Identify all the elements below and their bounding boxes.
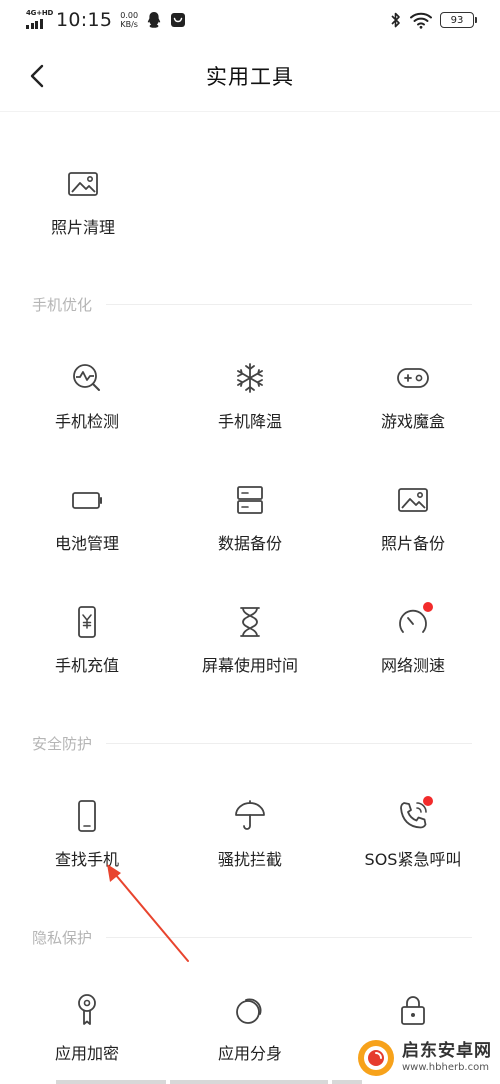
hourglass-icon: [232, 604, 268, 640]
bluetooth-icon: [391, 12, 400, 28]
tool-label: SOS紧急呼叫: [364, 850, 462, 869]
tool-label: 手机检测: [54, 412, 119, 431]
tool-photo-clean[interactable]: 照片清理: [0, 166, 166, 266]
tool-label: 查找手机: [54, 850, 119, 869]
message-app-icon: [171, 13, 186, 27]
tool-label: 游戏魔盒: [380, 412, 445, 431]
tool-label: 手机充值: [54, 656, 119, 675]
tool-label: 电池管理: [54, 534, 119, 553]
tool-phone-check[interactable]: 手机检测: [4, 360, 170, 460]
tool-label: 屏幕使用时间: [201, 656, 298, 675]
umbrella-icon: [232, 798, 268, 834]
watermark-logo-icon: [358, 1040, 394, 1076]
watermark: 启东安卓网 www.hbherb.com: [356, 1038, 492, 1078]
phone-recharge-icon: [69, 604, 105, 640]
tool-app-lock[interactable]: 应用加密: [4, 992, 170, 1084]
watermark-name: 启东安卓网: [402, 1041, 492, 1061]
app-clone-icon: [232, 992, 268, 1028]
notification-dot: [423, 602, 433, 612]
watermark-url: www.hbherb.com: [402, 1062, 489, 1073]
battery-icon: [69, 482, 105, 518]
wifi-icon: [410, 12, 432, 29]
snowflake-icon: [232, 360, 268, 396]
tool-label: 应用分身: [217, 1044, 282, 1063]
tool-label: 骚扰拦截: [217, 850, 282, 869]
tool-find-phone[interactable]: 查找手机: [4, 798, 170, 898]
network-type: 4G+HD: [26, 9, 54, 17]
tool-label: 网络测速: [380, 656, 445, 675]
status-bar: 4G+HD 10:15 0.00 KB/s 93: [0, 0, 500, 40]
speedometer-icon: [395, 602, 433, 640]
bottom-scroll-hint: [56, 1080, 362, 1084]
back-arrow-icon[interactable]: [24, 62, 52, 90]
qq-icon: [147, 12, 161, 28]
database-backup-icon: [232, 482, 268, 518]
image-icon: [395, 482, 431, 518]
tool-label: 照片备份: [380, 534, 445, 553]
tool-label: 手机降温: [217, 412, 282, 431]
tool-app-clone[interactable]: 应用分身: [167, 992, 333, 1084]
tool-phone-cooling[interactable]: 手机降温: [167, 360, 333, 460]
tool-game-box[interactable]: 游戏魔盒: [330, 360, 496, 460]
phone-check-icon: [69, 360, 105, 396]
gamepad-icon: [395, 360, 431, 396]
padlock-icon: [395, 992, 431, 1028]
tool-network-speed[interactable]: 网络测速: [330, 602, 496, 704]
tool-harassment-block[interactable]: 骚扰拦截: [167, 798, 333, 898]
network-speed: 0.00 KB/s: [120, 11, 139, 29]
key-icon: [69, 992, 105, 1028]
section-title-phone-optimize: 手机优化: [32, 294, 472, 315]
tool-screen-time[interactable]: 屏幕使用时间: [167, 604, 333, 704]
app-header: 实用工具: [0, 40, 500, 112]
section-title-privacy: 隐私保护: [32, 927, 472, 948]
tool-battery-manage[interactable]: 电池管理: [4, 482, 170, 582]
notification-dot: [423, 796, 433, 806]
cellular-signal-icon: 4G+HD: [26, 9, 53, 31]
tool-label: 应用加密: [54, 1044, 119, 1063]
tool-data-backup[interactable]: 数据备份: [167, 482, 333, 582]
tool-phone-recharge[interactable]: 手机充值: [4, 604, 170, 704]
image-icon: [65, 166, 101, 202]
battery-indicator: 93: [440, 12, 477, 28]
phone-call-icon: [395, 796, 433, 834]
status-time: 10:15: [56, 9, 113, 31]
tool-label: 数据备份: [217, 534, 282, 553]
tool-label: 照片清理: [50, 218, 115, 237]
tool-photo-backup[interactable]: 照片备份: [330, 482, 496, 582]
section-title-security: 安全防护: [32, 733, 472, 754]
page-title: 实用工具: [206, 64, 294, 89]
tool-sos-call[interactable]: SOS紧急呼叫: [330, 796, 496, 898]
phone-icon: [69, 798, 105, 834]
